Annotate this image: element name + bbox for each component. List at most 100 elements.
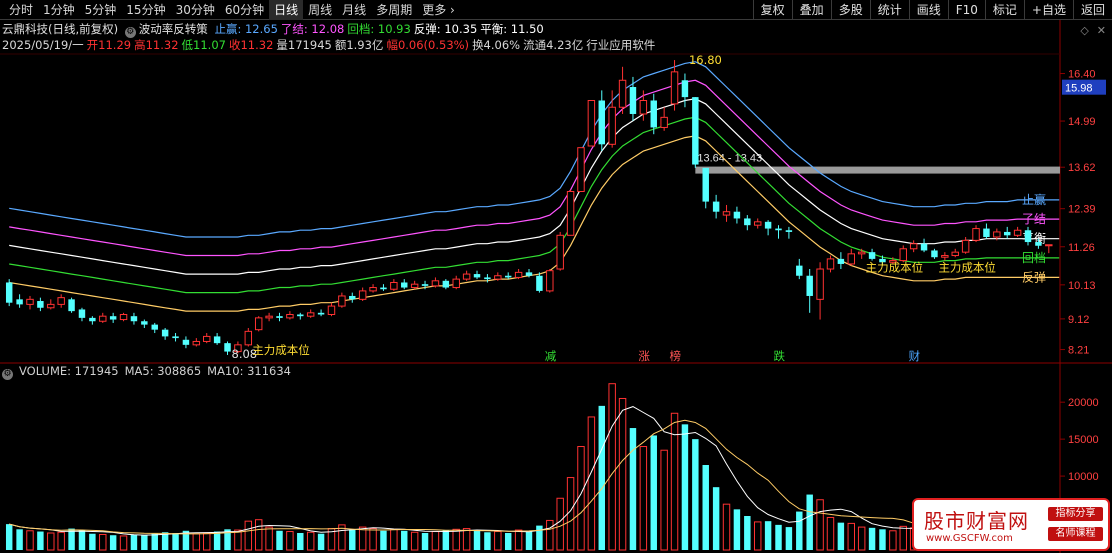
volume-bar (692, 439, 699, 550)
amount-value: 1.93亿 (346, 38, 384, 52)
price-tick-label: 14.99 (1068, 116, 1096, 128)
price-tick-label: 12.39 (1068, 204, 1096, 216)
volume-bar (494, 531, 502, 551)
candle-body (775, 228, 782, 231)
tab-period-8[interactable]: 月线 (337, 0, 371, 20)
resistance-label: 13.64 - 13.43 (697, 153, 762, 165)
volume-bar (837, 522, 845, 550)
candle-body (37, 301, 44, 308)
volume-bar (172, 533, 179, 550)
candle-body (857, 251, 866, 255)
volume-bar (234, 529, 242, 551)
candle-body (702, 167, 709, 202)
volume-bar (775, 524, 782, 550)
low-label: 低 (181, 38, 194, 52)
tool-button-7[interactable]: +自选 (1023, 0, 1073, 20)
candle-body (68, 299, 75, 312)
watermark-logo: 股市财富网 www.GSCFW.com 指标分享 名师课程 (912, 498, 1110, 551)
volume-bar (119, 535, 128, 551)
tab-period-9[interactable]: 多周期 (371, 0, 417, 20)
tool-buttons: 复权 叠加 多股 统计 画线 F10 标记 +自选 返回 (752, 0, 1112, 20)
tool-button-8[interactable]: 返回 (1072, 0, 1112, 20)
volume-bar (608, 383, 616, 551)
volume-bar (369, 528, 377, 551)
watermark-tag-courses: 名师课程 (1048, 527, 1103, 541)
volume-bar (525, 531, 533, 550)
high-value: 11.32 (145, 38, 179, 52)
volume-bar (109, 535, 117, 550)
tab-period-4[interactable]: 30分钟 (171, 0, 220, 20)
candle-body (920, 243, 928, 251)
volume-header: ⚙ VOLUME: 171945 MA5: 308865 MA10: 311634 (2, 364, 297, 380)
tab-period-0[interactable]: 分时 (4, 0, 38, 20)
candle-body (566, 190, 575, 236)
volume-bar (660, 449, 668, 551)
candle-body (473, 274, 481, 278)
amount-label: 额 (334, 38, 347, 52)
tool-button-6[interactable]: 标记 (984, 0, 1024, 20)
price-tick-label: 16.40 (1068, 69, 1096, 81)
volume-bar (650, 435, 657, 550)
candle-body (338, 295, 346, 307)
tool-button-5[interactable]: F10 (947, 0, 985, 20)
close-value: 11.32 (240, 38, 274, 52)
volume-bar (566, 477, 575, 551)
gear-icon[interactable]: ⚙ (2, 369, 13, 380)
candle-body (951, 251, 959, 257)
candle-body (608, 106, 616, 145)
volume-bar (536, 525, 543, 550)
band-label-3: 回档 (1022, 251, 1046, 265)
tool-button-2[interactable]: 多股 (830, 0, 870, 20)
candle-body (327, 305, 336, 316)
close-icon[interactable]: ✕ (1097, 24, 1106, 37)
candle-body (681, 80, 689, 98)
diamond-icon[interactable]: ◇ (1080, 24, 1088, 37)
tab-period-5[interactable]: 60分钟 (220, 0, 269, 20)
candle-body (57, 297, 65, 305)
price-tick-label: 10.13 (1068, 280, 1096, 292)
tab-period-6[interactable]: 日线 (269, 0, 304, 20)
tab-period-10[interactable]: 更多 › (417, 0, 460, 20)
tool-button-1[interactable]: 叠加 (791, 0, 831, 20)
volume-bar (764, 521, 772, 550)
change-value: 0.06(0.53%) (397, 38, 470, 52)
stock-chart-app: 16.40 14.99 13.62 12.39 11.26 10.13 9.12 8.21 20… (0, 0, 1112, 553)
tab-period-2[interactable]: 5分钟 (80, 0, 122, 20)
tool-button-3[interactable]: 统计 (869, 0, 909, 20)
tool-button-0[interactable]: 复权 (752, 0, 792, 20)
candle-body (650, 100, 657, 128)
chart-canvas[interactable]: 16.40 14.99 13.62 12.39 11.26 10.13 9.12 8.21 20… (0, 0, 1112, 553)
volume-bar (254, 519, 263, 551)
volume-bar (629, 428, 637, 550)
candle-body (546, 270, 554, 292)
volume-ma5-line (9, 406, 1049, 536)
candle-body (244, 330, 253, 346)
candle-body (733, 211, 741, 219)
volume-bar (733, 509, 741, 550)
indicator-name[interactable]: 波动率反转策 (139, 22, 208, 36)
candle-body (722, 211, 731, 216)
ohlc-info-line: 2025/05/19/一 开11.29 高11.32 低11.07 收11.32 量171… (2, 37, 658, 53)
current-price-label: 15.98 (1065, 83, 1093, 95)
turnover-value: 换4.06% (472, 38, 521, 52)
indicator-value-2: 回档: 10.93 (347, 22, 411, 36)
chart-annotation: 主力成本位 (866, 260, 924, 274)
volume-bar (380, 530, 387, 550)
volume-bar (712, 487, 720, 550)
candle-body (130, 316, 138, 322)
tab-period-1[interactable]: 1分钟 (38, 0, 80, 20)
volume-bar (452, 528, 460, 551)
volume-bar (504, 533, 512, 550)
tab-period-3[interactable]: 15分钟 (121, 0, 170, 20)
candle-body (525, 272, 533, 276)
candle-body (401, 282, 408, 288)
candle-body (993, 231, 1001, 238)
tool-button-4[interactable]: 画线 (908, 0, 948, 20)
candle-body (172, 336, 179, 339)
band-label-1: 了结 (1022, 212, 1046, 226)
tab-period-7[interactable]: 周线 (303, 0, 337, 20)
price-tick-label: 8.21 (1068, 345, 1089, 357)
band-label-0: 止赢 (1022, 192, 1046, 207)
volume-bar (78, 530, 86, 550)
volume-bar (421, 533, 429, 550)
